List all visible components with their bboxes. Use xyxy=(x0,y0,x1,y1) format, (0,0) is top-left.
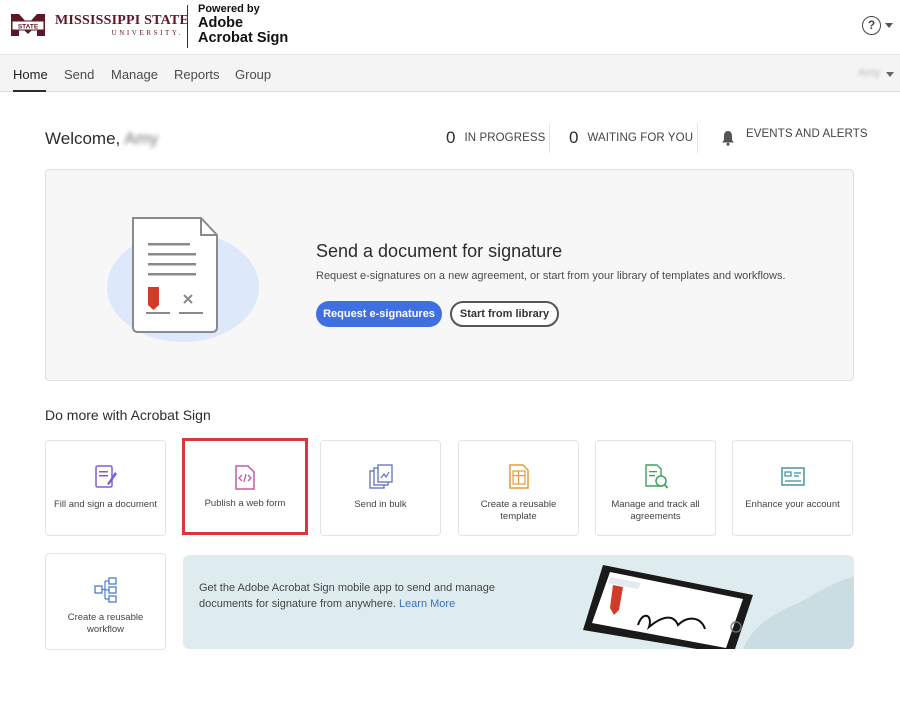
university-name: MISSISSIPPI STATE xyxy=(55,12,189,28)
document-signature-illustration-icon xyxy=(107,217,259,342)
stat-waiting-for-you[interactable]: 0 WAITING FOR YOU xyxy=(569,128,693,148)
powered-by-label: Powered by xyxy=(198,3,260,15)
product-name-line1: Adobe xyxy=(198,14,244,31)
nav-item-home[interactable]: Home xyxy=(13,67,48,82)
card-fill-and-sign[interactable]: Fill and sign a document xyxy=(45,440,166,536)
hero-title: Send a document for signature xyxy=(316,241,563,261)
help-menu-caret-icon[interactable] xyxy=(885,23,893,28)
bell-icon[interactable] xyxy=(721,130,735,146)
card-label: Manage and track all agreements xyxy=(611,499,700,522)
card-label: Create a reusable workflow xyxy=(67,612,144,635)
card-publish-web-form[interactable]: Publish a web form xyxy=(182,438,308,535)
card-label: Fill and sign a document xyxy=(54,499,157,510)
active-tab-indicator xyxy=(13,90,46,92)
nav-item-manage[interactable]: Manage xyxy=(111,67,158,82)
send-bulk-icon xyxy=(369,464,393,489)
fill-sign-icon xyxy=(95,465,117,488)
card-label: Publish a web form xyxy=(204,498,286,509)
card-send-in-bulk[interactable]: Send in bulk xyxy=(320,440,441,536)
card-reusable-template[interactable]: Create a reusable template xyxy=(458,440,579,536)
msstate-logo[interactable]: STATE MISSISSIPPI STATE UNIVERSITY. xyxy=(9,12,189,38)
promo-text-block: Get the Adobe Acrobat Sign mobile app to… xyxy=(199,581,499,613)
card-label: Enhance your account xyxy=(745,499,840,510)
card-reusable-workflow[interactable]: Create a reusable workflow xyxy=(45,553,166,650)
hero-description: Request e-signatures on a new agreement,… xyxy=(316,270,786,282)
welcome-heading: Welcome, Amy xyxy=(45,129,158,149)
stat-in-progress[interactable]: 0 IN PROGRESS xyxy=(446,128,545,148)
card-label: Create a reusable template xyxy=(480,499,557,522)
nav-item-group[interactable]: Group xyxy=(235,67,271,82)
stat-count: 0 xyxy=(569,128,579,147)
stat-label: WAITING FOR YOU xyxy=(587,132,694,144)
events-label: EVENTS AND ALERTS xyxy=(746,128,868,140)
welcome-greeting: Welcome, xyxy=(45,129,121,148)
nav-item-reports[interactable]: Reports xyxy=(174,67,220,82)
top-bar: STATE MISSISSIPPI STATE UNIVERSITY. Powe… xyxy=(0,0,900,54)
logo-badge-text: STATE xyxy=(18,23,39,30)
events-and-alerts[interactable]: EVENTS AND ALERTS xyxy=(746,128,868,140)
user-menu[interactable]: Amy xyxy=(858,67,880,79)
nav-item-send[interactable]: Send xyxy=(64,67,94,82)
powered-by-block: Powered by Adobe Acrobat Sign xyxy=(198,3,289,46)
help-icon[interactable]: ? xyxy=(862,16,881,35)
card-manage-track-agreements[interactable]: Manage and track all agreements xyxy=(595,440,716,536)
stat-label: IN PROGRESS xyxy=(464,132,546,144)
logo-divider xyxy=(187,5,188,48)
template-icon xyxy=(509,464,529,489)
mobile-app-promo-banner: Get the Adobe Acrobat Sign mobile app to… xyxy=(183,555,854,649)
card-enhance-account[interactable]: Enhance your account xyxy=(732,440,853,536)
learn-more-link[interactable]: Learn More xyxy=(399,598,455,610)
web-form-icon xyxy=(235,465,255,490)
university-subtitle: UNIVERSITY. xyxy=(111,28,183,37)
send-document-panel: Send a document for signature Request e-… xyxy=(45,169,854,381)
main-nav: Home Send Manage Reports Group Amy xyxy=(0,54,900,92)
university-wordmark: MISSISSIPPI STATE UNIVERSITY. xyxy=(55,12,189,37)
stat-divider xyxy=(549,123,550,153)
do-more-heading: Do more with Acrobat Sign xyxy=(45,407,211,423)
product-name-line2: Acrobat Sign xyxy=(198,29,289,46)
mobile-phone-signature-illustration-icon xyxy=(583,565,854,649)
stat-divider xyxy=(697,123,698,153)
enhance-account-icon xyxy=(781,467,805,486)
request-esignatures-button[interactable]: Request e-signatures xyxy=(316,301,442,327)
manage-track-icon xyxy=(645,464,668,489)
user-menu-caret-icon[interactable] xyxy=(886,72,894,77)
workflow-icon xyxy=(94,577,117,603)
welcome-user-name: Amy xyxy=(124,129,159,148)
start-from-library-button[interactable]: Start from library xyxy=(450,301,559,327)
msstate-logo-mark-icon: STATE xyxy=(11,14,45,36)
card-label: Send in bulk xyxy=(354,499,407,510)
stat-count: 0 xyxy=(446,128,456,147)
